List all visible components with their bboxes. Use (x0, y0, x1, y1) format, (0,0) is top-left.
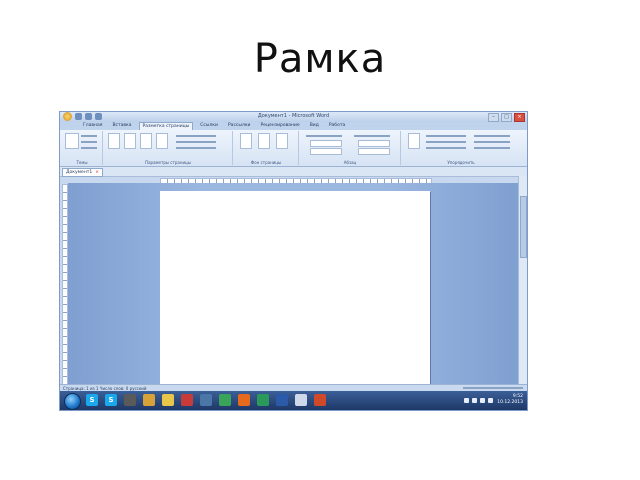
document-workspace (68, 183, 519, 384)
theme-fonts-line (81, 141, 97, 143)
spacing-before-field[interactable] (358, 140, 390, 147)
tab-page-layout[interactable]: Разметка страницы (138, 122, 194, 130)
clock[interactable]: 9:52 10.12.2013 (497, 394, 523, 406)
group-paragraph: Абзац (300, 131, 401, 165)
group-label-page-setup: Параметры страницы (145, 160, 191, 165)
folder-icon[interactable] (162, 394, 174, 406)
page-borders-button[interactable] (276, 133, 288, 149)
close-icon[interactable]: × (95, 170, 99, 175)
group-themes: Темы (62, 131, 103, 165)
flag-tray-icon[interactable] (464, 398, 469, 403)
indent-right-field[interactable] (310, 148, 342, 155)
tab-home[interactable]: Главная (80, 122, 105, 130)
group-label-paragraph: Абзац (343, 160, 357, 165)
start-button[interactable] (64, 393, 81, 410)
theme-colors-line (81, 135, 97, 137)
group-arrange: Упорядочить (402, 131, 520, 165)
group-label-themes: Темы (76, 160, 88, 165)
tab-work[interactable]: Работа (326, 122, 348, 130)
language-icon[interactable] (488, 398, 493, 403)
send-back-line (426, 141, 466, 143)
spacing-label-line (354, 135, 390, 137)
minimize-button[interactable]: – (488, 113, 499, 122)
watermark-button[interactable] (240, 133, 252, 149)
clock-date: 10.12.2013 (497, 400, 523, 405)
document-tab[interactable]: Документ1 × (62, 168, 104, 177)
line-numbers-line (176, 141, 216, 143)
group-label-arrange: Упорядочить (447, 160, 475, 165)
ribbon: Темы Параметры страницы Фон страницы Абз (60, 130, 527, 167)
maximize-button[interactable]: □ (501, 113, 512, 122)
skype-icon[interactable]: S (86, 394, 98, 406)
group-label-page-background: Фон страницы (250, 160, 282, 165)
document-page[interactable] (160, 191, 430, 384)
margins-button[interactable] (108, 133, 120, 149)
group-line (474, 141, 510, 143)
word-screenshot: Документ1 - Microsoft Word – □ × Главная… (60, 112, 527, 410)
theme-effects-line (81, 147, 97, 149)
app-icon[interactable] (143, 394, 155, 406)
rotate-line (474, 147, 510, 149)
group-page-background: Фон страницы (234, 131, 299, 165)
group-page-setup: Параметры страницы (104, 131, 233, 165)
window-title: Документ1 - Microsoft Word (257, 113, 330, 119)
word-icon[interactable] (276, 394, 288, 406)
hyphenation-line (176, 147, 216, 149)
size-button[interactable] (140, 133, 152, 149)
themes-button[interactable] (65, 133, 79, 149)
tab-review[interactable]: Рецензирование (257, 122, 302, 130)
title-bar: Документ1 - Microsoft Word – □ × (60, 112, 527, 122)
zoom-slider[interactable] (463, 387, 523, 389)
tab-view[interactable]: Вид (307, 122, 322, 130)
columns-button[interactable] (156, 133, 168, 149)
slide-title: Рамка (253, 36, 387, 82)
network-icon[interactable] (472, 398, 477, 403)
close-button[interactable]: × (514, 113, 525, 122)
volume-icon[interactable] (480, 398, 485, 403)
system-tray (464, 398, 493, 403)
explorer-icon[interactable] (295, 394, 307, 406)
bring-front-line (426, 135, 466, 137)
tab-insert[interactable]: Вставка (109, 122, 134, 130)
figure-icon[interactable] (124, 394, 136, 406)
chrome-icon[interactable] (219, 394, 231, 406)
orientation-button[interactable] (124, 133, 136, 149)
spacing-after-field[interactable] (358, 148, 390, 155)
window-controls: – □ × (488, 113, 525, 122)
taskbar: SS 9:52 10.12.2013 (60, 391, 527, 410)
media-icon[interactable] (257, 394, 269, 406)
tab-mailings[interactable]: Рассылки (225, 122, 254, 130)
document-tab-bar: Документ1 × (60, 167, 527, 177)
firefox-icon[interactable] (238, 394, 250, 406)
powerpoint-icon[interactable] (314, 394, 326, 406)
scrollbar-thumb[interactable] (520, 196, 527, 258)
vk-icon[interactable] (200, 394, 212, 406)
indent-label-line (306, 135, 342, 137)
skype-icon-2[interactable]: S (105, 394, 117, 406)
tab-references[interactable]: Ссылки (197, 122, 221, 130)
position-button[interactable] (408, 133, 420, 149)
indent-left-field[interactable] (310, 140, 342, 147)
flag-icon[interactable] (181, 394, 193, 406)
breaks-line (176, 135, 216, 137)
page-color-button[interactable] (258, 133, 270, 149)
text-wrap-line (426, 147, 466, 149)
align-line (474, 135, 510, 137)
document-tab-label: Документ1 (66, 170, 93, 175)
vertical-scrollbar[interactable] (518, 176, 527, 384)
ribbon-tabs: Главная Вставка Разметка страницы Ссылки… (60, 122, 527, 130)
